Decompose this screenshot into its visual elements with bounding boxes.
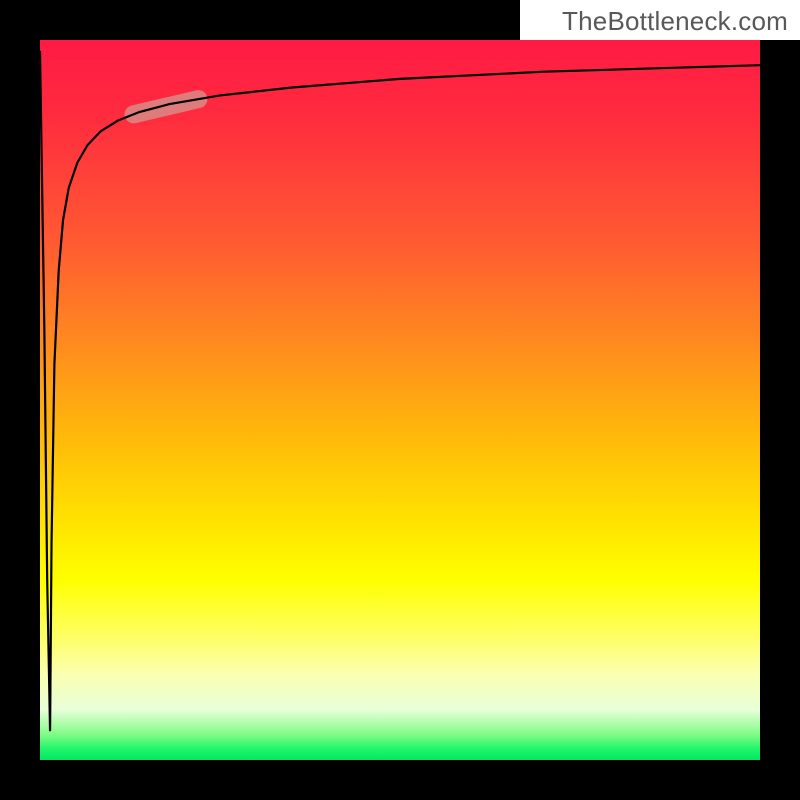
gradient-background (40, 40, 760, 760)
chart-frame: TheBottleneck.com (0, 0, 800, 800)
watermark-text: TheBottleneck.com (562, 6, 788, 37)
border-bottom (0, 760, 800, 800)
border-left (0, 0, 40, 800)
plot-area (0, 0, 800, 800)
border-right (760, 0, 800, 800)
